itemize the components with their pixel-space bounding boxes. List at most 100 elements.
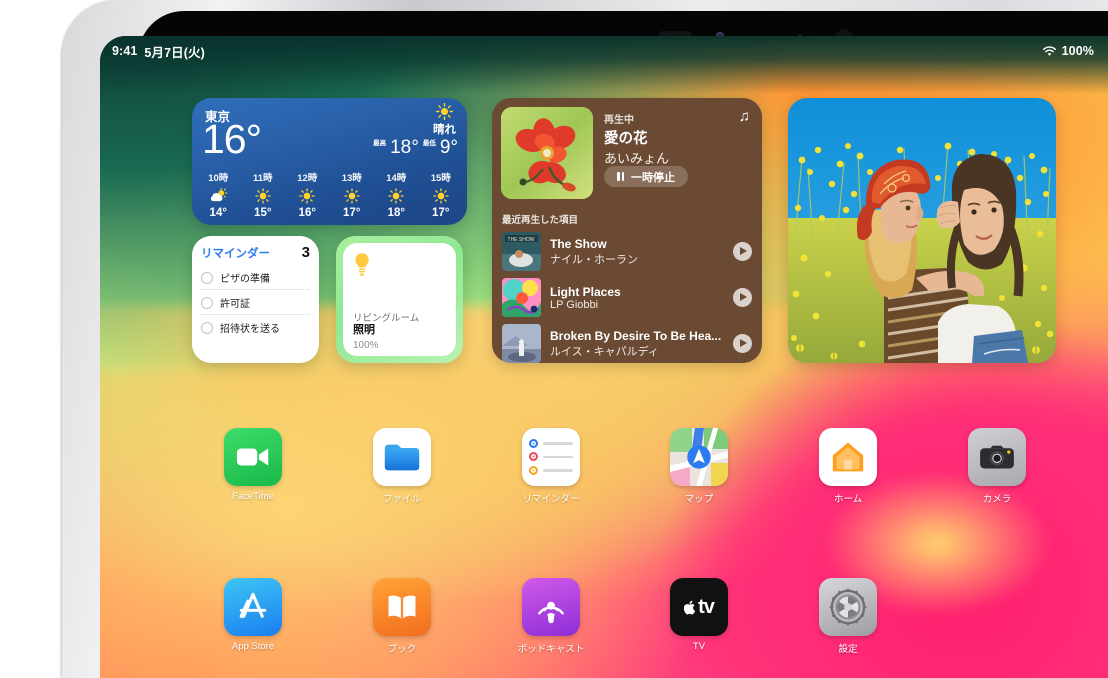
app-label: マップ	[684, 494, 714, 505]
track-info: Light Places LP Giobbi	[550, 285, 724, 311]
reminders-icon[interactable]	[522, 428, 580, 486]
pause-button[interactable]: 一時停止	[604, 166, 688, 187]
app-label: ブック	[387, 644, 417, 655]
status-time: 9:41	[112, 44, 138, 58]
app-files[interactable]: ファイル	[354, 428, 450, 505]
recent-track-row[interactable]: Broken By Desire To Be Hea... ルイス・キャパルディ	[492, 321, 762, 363]
app-settings[interactable]: 設定	[800, 578, 896, 655]
reminder-checkbox-icon[interactable]	[201, 321, 213, 334]
track-artist: ルイス・キャパルディ	[550, 345, 659, 358]
app-podcasts[interactable]: ポッドキャスト	[503, 578, 599, 655]
home-icon[interactable]	[819, 428, 877, 486]
now-playing-label: 再生中	[604, 115, 634, 126]
sun-icon	[421, 187, 461, 205]
reminder-item[interactable]: 招待状を送る	[201, 315, 310, 339]
app-label: App Store	[231, 641, 275, 652]
files-icon[interactable]	[373, 428, 431, 486]
weather-hour-time: 12時	[297, 173, 318, 184]
track-title: Light Places	[550, 284, 621, 299]
photos-widget[interactable]	[788, 98, 1056, 363]
weather-hour-temp: 16°	[298, 207, 316, 219]
weather-hourly-forecast: 10時 14° 11時 15° 12時 16° 13時 17° 14時 18° 15時 17°	[192, 170, 467, 219]
reminder-checkbox-icon[interactable]	[201, 271, 213, 284]
battery-percentage: 100%	[1061, 44, 1094, 58]
weather-high: 18°	[390, 137, 419, 158]
recently-played-list: THE SHOW The Show ナイル・ホーラン Light Places LP G…	[492, 229, 762, 363]
appstore-icon[interactable]	[224, 578, 282, 636]
home-accessory-name: 照明	[353, 324, 375, 336]
weather-hour-temp: 15°	[254, 207, 272, 219]
track-artwork: THE SHOW	[502, 232, 541, 271]
app-appstore[interactable]: App Store	[205, 578, 301, 652]
recently-played-label: 最近再生した項目	[502, 215, 579, 226]
app-maps[interactable]: マップ	[651, 428, 747, 505]
reminder-text: 招待状を送る	[220, 324, 280, 335]
recent-track-row[interactable]: THE SHOW The Show ナイル・ホーラン	[492, 229, 762, 275]
sun-icon	[287, 187, 327, 205]
app-facetime[interactable]: FaceTime	[205, 428, 301, 502]
weather-hour-cell: 14時 18°	[376, 170, 416, 219]
track-title: 愛の花	[604, 131, 648, 147]
reminders-widget[interactable]: リマインダー 3 ピザの準備許可証招待状を送る	[192, 236, 319, 363]
track-title: The Show	[550, 236, 607, 251]
home-accessory-value: 100%	[353, 340, 379, 351]
weather-condition: 晴れ	[433, 124, 456, 136]
reminder-text: ピザの準備	[220, 274, 270, 285]
weather-hour-temp: 18°	[387, 207, 405, 219]
weather-hour-cell: 15時 17°	[421, 170, 461, 219]
weather-hour-temp: 14°	[209, 207, 227, 219]
status-date: 5月7日(火)	[144, 45, 205, 60]
books-icon[interactable]	[373, 578, 431, 636]
tv-icon[interactable]: tv	[670, 578, 728, 636]
recent-track-row[interactable]: Light Places LP Giobbi	[492, 275, 762, 321]
reminders-count: 3	[301, 244, 310, 261]
svg-text:THE SHOW: THE SHOW	[508, 237, 535, 243]
app-home[interactable]: ホーム	[800, 428, 896, 505]
sun-icon	[243, 187, 283, 205]
sun-cloud-icon	[198, 187, 238, 205]
weather-hour-time: 10時	[208, 173, 229, 184]
weather-hour-cell: 11時 15°	[243, 170, 283, 219]
app-books[interactable]: ブック	[354, 578, 450, 655]
weather-high-label: 最高	[373, 140, 387, 147]
weather-hour-cell: 13時 17°	[332, 170, 372, 219]
music-widget[interactable]: ♫ 再生中 愛の花 あいみょん 一時停止 最近再生した項目 THE SHOW Th…	[492, 98, 762, 363]
play-icon[interactable]	[733, 242, 752, 261]
play-icon[interactable]	[733, 288, 752, 307]
weather-low: 9°	[439, 137, 458, 158]
track-artwork	[502, 278, 541, 317]
track-title: Broken By Desire To Be Hea...	[550, 328, 722, 343]
reminder-checkbox-icon[interactable]	[201, 296, 213, 309]
reminder-item[interactable]: ピザの準備	[201, 265, 310, 290]
app-label: ファイル	[382, 494, 421, 505]
track-artist: あいみょん	[604, 151, 670, 166]
music-note-icon: ♫	[738, 108, 750, 125]
weather-hour-cell: 12時 16°	[287, 170, 327, 219]
maps-icon[interactable]	[670, 428, 728, 486]
camera-icon[interactable]	[968, 428, 1026, 486]
sun-icon	[376, 187, 416, 205]
status-bar: 9:41 5月7日(火) 100%	[100, 36, 1108, 66]
sun-icon	[332, 187, 372, 205]
play-icon[interactable]	[733, 334, 752, 353]
weather-hour-time: 13時	[341, 173, 362, 184]
weather-low-label: 最低	[422, 140, 436, 147]
app-reminders[interactable]: リマインダー	[503, 428, 599, 505]
app-camera[interactable]: カメラ	[949, 428, 1045, 505]
settings-icon[interactable]	[819, 578, 877, 636]
podcasts-icon[interactable]	[522, 578, 580, 636]
wifi-icon	[1042, 45, 1057, 57]
track-artist: ナイル・ホーラン	[550, 253, 638, 266]
sun-icon	[436, 103, 453, 120]
track-info: The Show ナイル・ホーラン	[550, 237, 724, 267]
weather-widget[interactable]: 東京 16° 晴れ 最高 18° 最低 9° 10時 14° 11時 15° 1…	[192, 98, 467, 225]
weather-hour-time: 15時	[430, 173, 451, 184]
app-label: ポッドキャスト	[517, 644, 585, 655]
home-widget[interactable]: リビングルーム 照明 100%	[336, 236, 463, 363]
weather-hour-time: 14時	[386, 173, 407, 184]
reminders-title: リマインダー	[201, 248, 270, 260]
reminder-item[interactable]: 許可証	[201, 290, 310, 315]
facetime-icon[interactable]	[224, 428, 282, 486]
app-tv[interactable]: tv TV	[651, 578, 747, 652]
pause-icon	[617, 172, 624, 181]
